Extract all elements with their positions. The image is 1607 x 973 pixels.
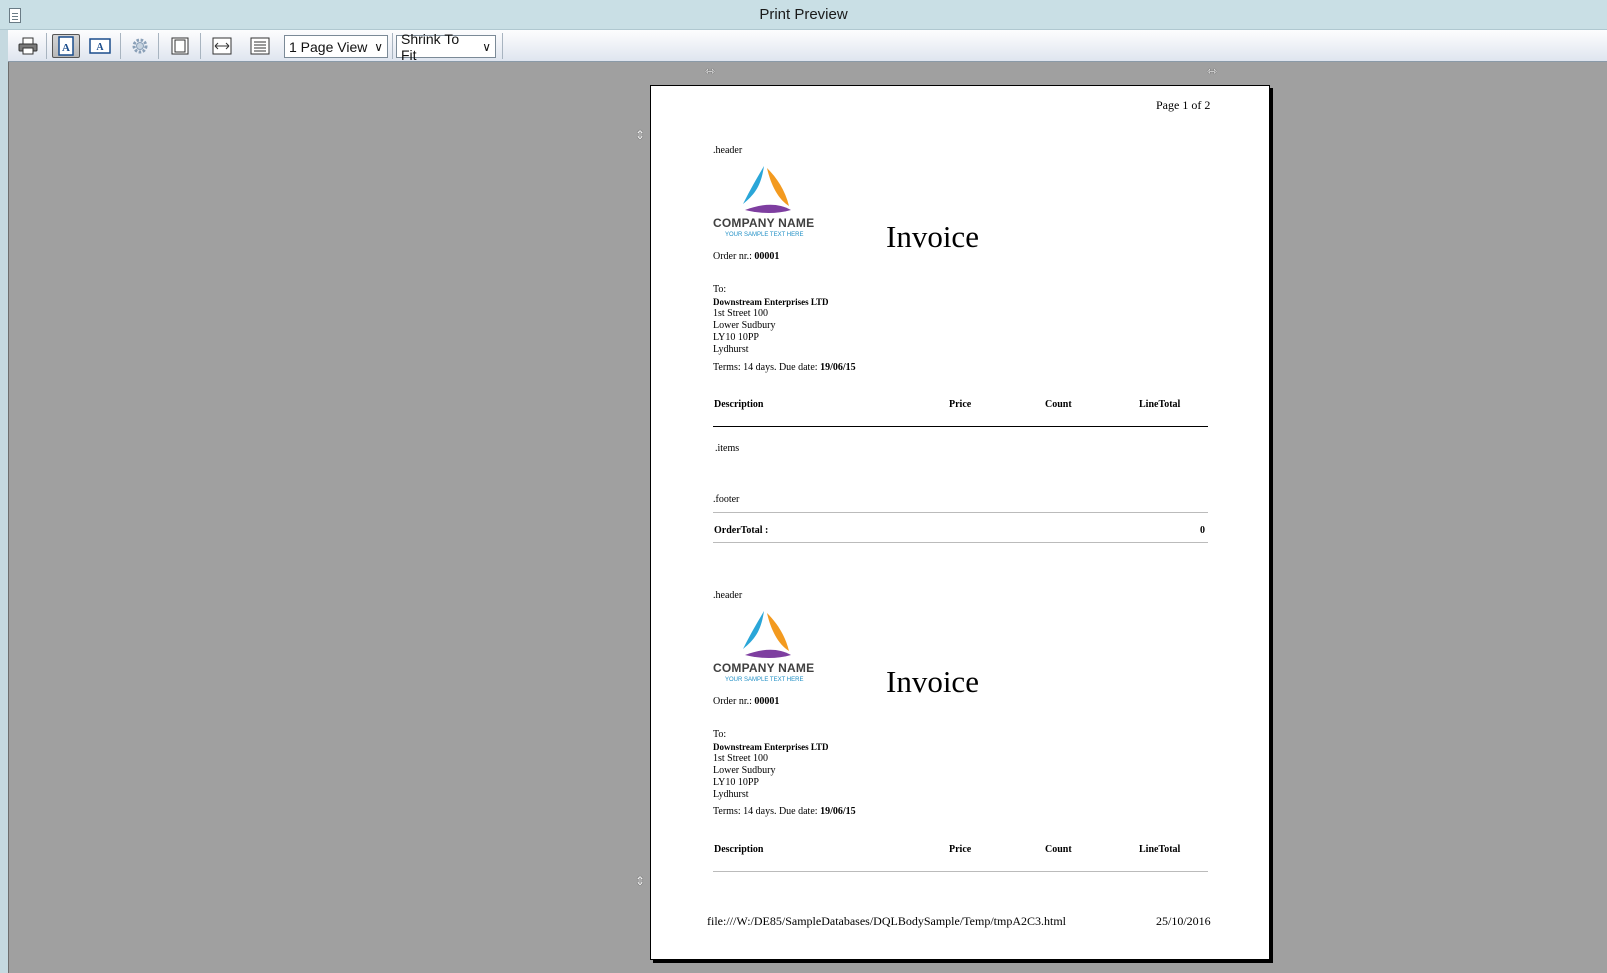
shrink-value: Shrink To Fit: [401, 30, 460, 63]
printer-icon: [18, 37, 38, 55]
column-linetotal: LineTotal: [1139, 399, 1181, 410]
landscape-button[interactable]: A: [86, 34, 114, 58]
page-width-button[interactable]: [208, 34, 236, 58]
logo-icon: [743, 611, 791, 658]
order-label: Order nr.:: [713, 251, 752, 262]
gear-icon: [132, 38, 148, 54]
print-button[interactable]: [14, 34, 42, 58]
column-linetotal: LineTotal: [1139, 844, 1181, 855]
whole-page-icon: [171, 37, 189, 55]
footer-file-path: file:///W:/DE85/SampleDatabases/DQLBodyS…: [707, 914, 1066, 928]
footer-marker: .footer: [713, 494, 740, 505]
chevron-down-icon: ∨: [374, 39, 383, 54]
text-width-button[interactable]: [246, 34, 274, 58]
company-logo: COMPANY NAME YOUR SAMPLE TEXT HERE: [713, 164, 823, 244]
address-line: Lydhurst: [713, 344, 749, 355]
invoice-title: Invoice: [886, 219, 979, 254]
top-margin-handle[interactable]: ⇕: [635, 128, 645, 142]
column-price: Price: [949, 399, 972, 410]
address-line: Lower Sudbury: [713, 320, 776, 331]
left-margin-handle[interactable]: ⇿: [705, 64, 715, 78]
address-line: Lydhurst: [713, 789, 749, 800]
portrait-page-icon: A: [58, 36, 74, 56]
toolbar-separator: [200, 33, 201, 59]
company-logo: COMPANY NAME YOUR SAMPLE TEXT HERE: [713, 609, 823, 689]
to-label: To:: [713, 729, 727, 740]
logo-icon: [743, 166, 791, 213]
to-label: To:: [713, 284, 727, 295]
header-marker: .header: [713, 590, 743, 601]
toolbar-separator: [120, 33, 121, 59]
company-name: COMPANY NAME: [713, 661, 815, 675]
address-name: Downstream Enterprises LTD: [713, 297, 829, 307]
toolbar-separator: [502, 33, 503, 59]
total-top-rule: [713, 512, 1208, 513]
svg-text:A: A: [62, 42, 70, 54]
terms-label: Terms: 14 days. Due date:: [713, 806, 818, 817]
order-number: 00001: [754, 696, 780, 707]
order-line: Order nr.: 00001: [713, 251, 779, 263]
address-block: To: Downstream Enterprises LTD 1st Stree…: [713, 729, 829, 801]
chevron-down-icon: ∨: [482, 39, 491, 54]
page-width-icon: [212, 37, 232, 55]
preview-page: Page 1 of 2 .header COMPANY NAME YOUR SA…: [650, 85, 1270, 960]
column-price: Price: [949, 844, 972, 855]
column-description: Description: [714, 844, 764, 855]
shrink-select[interactable]: Shrink To Fit ∨: [396, 31, 496, 63]
due-date: 19/06/15: [820, 806, 856, 817]
terms-line: Terms: 14 days. Due date: 19/06/15: [713, 806, 856, 818]
column-description: Description: [714, 399, 764, 410]
text-width-icon: [250, 37, 270, 55]
page-setup-button[interactable]: [126, 34, 154, 58]
order-label: Order nr.:: [713, 696, 752, 707]
bottom-margin-handle[interactable]: ⇕: [635, 874, 645, 888]
toolbar-separator: [158, 33, 159, 59]
total-bottom-rule: [713, 542, 1208, 543]
toolbar-separator: [392, 33, 393, 59]
address-line: LY10 10PP: [713, 332, 759, 343]
toolbar-separator: [46, 33, 47, 59]
toolbar: A A 1 Page View ∨ Shrink To Fit ∨: [8, 30, 1607, 63]
table-header-rule: [713, 426, 1208, 427]
address-line: LY10 10PP: [713, 777, 759, 788]
footer-date: 25/10/2016: [1156, 914, 1211, 928]
company-name: COMPANY NAME: [713, 216, 815, 230]
order-total-label: OrderTotal :: [714, 525, 769, 536]
column-count: Count: [1045, 399, 1072, 410]
company-tagline: YOUR SAMPLE TEXT HERE: [725, 232, 804, 238]
items-marker: .items: [715, 443, 740, 454]
invoice-title: Invoice: [886, 664, 979, 699]
terms-line: Terms: 14 days. Due date: 19/06/15: [713, 362, 856, 374]
address-block: To: Downstream Enterprises LTD 1st Stree…: [713, 284, 829, 356]
terms-label: Terms: 14 days. Due date:: [713, 362, 818, 373]
title-bar: Print Preview: [0, 0, 1607, 30]
due-date: 19/06/15: [820, 362, 856, 373]
portrait-button[interactable]: A: [52, 34, 80, 58]
header-marker: .header: [713, 145, 743, 156]
column-count: Count: [1045, 844, 1072, 855]
page-number: Page 1 of 2: [1156, 98, 1211, 112]
window-title: Print Preview: [759, 6, 848, 23]
address-line: 1st Street 100: [713, 308, 768, 319]
order-line: Order nr.: 00001: [713, 696, 779, 708]
table-header-rule: [713, 871, 1208, 872]
address-line: 1st Street 100: [713, 753, 768, 764]
page-view-select[interactable]: 1 Page View ∨: [284, 35, 388, 58]
whole-page-button[interactable]: [166, 34, 194, 58]
company-tagline: YOUR SAMPLE TEXT HERE: [725, 677, 804, 683]
order-total-value: 0: [1200, 525, 1205, 536]
right-margin-handle[interactable]: ⇿: [1207, 64, 1217, 78]
address-line: Lower Sudbury: [713, 765, 776, 776]
page-view-value: 1 Page View: [289, 38, 368, 55]
order-number: 00001: [754, 251, 780, 262]
landscape-page-icon: A: [89, 38, 111, 54]
address-name: Downstream Enterprises LTD: [713, 742, 829, 752]
svg-text:A: A: [96, 42, 104, 53]
